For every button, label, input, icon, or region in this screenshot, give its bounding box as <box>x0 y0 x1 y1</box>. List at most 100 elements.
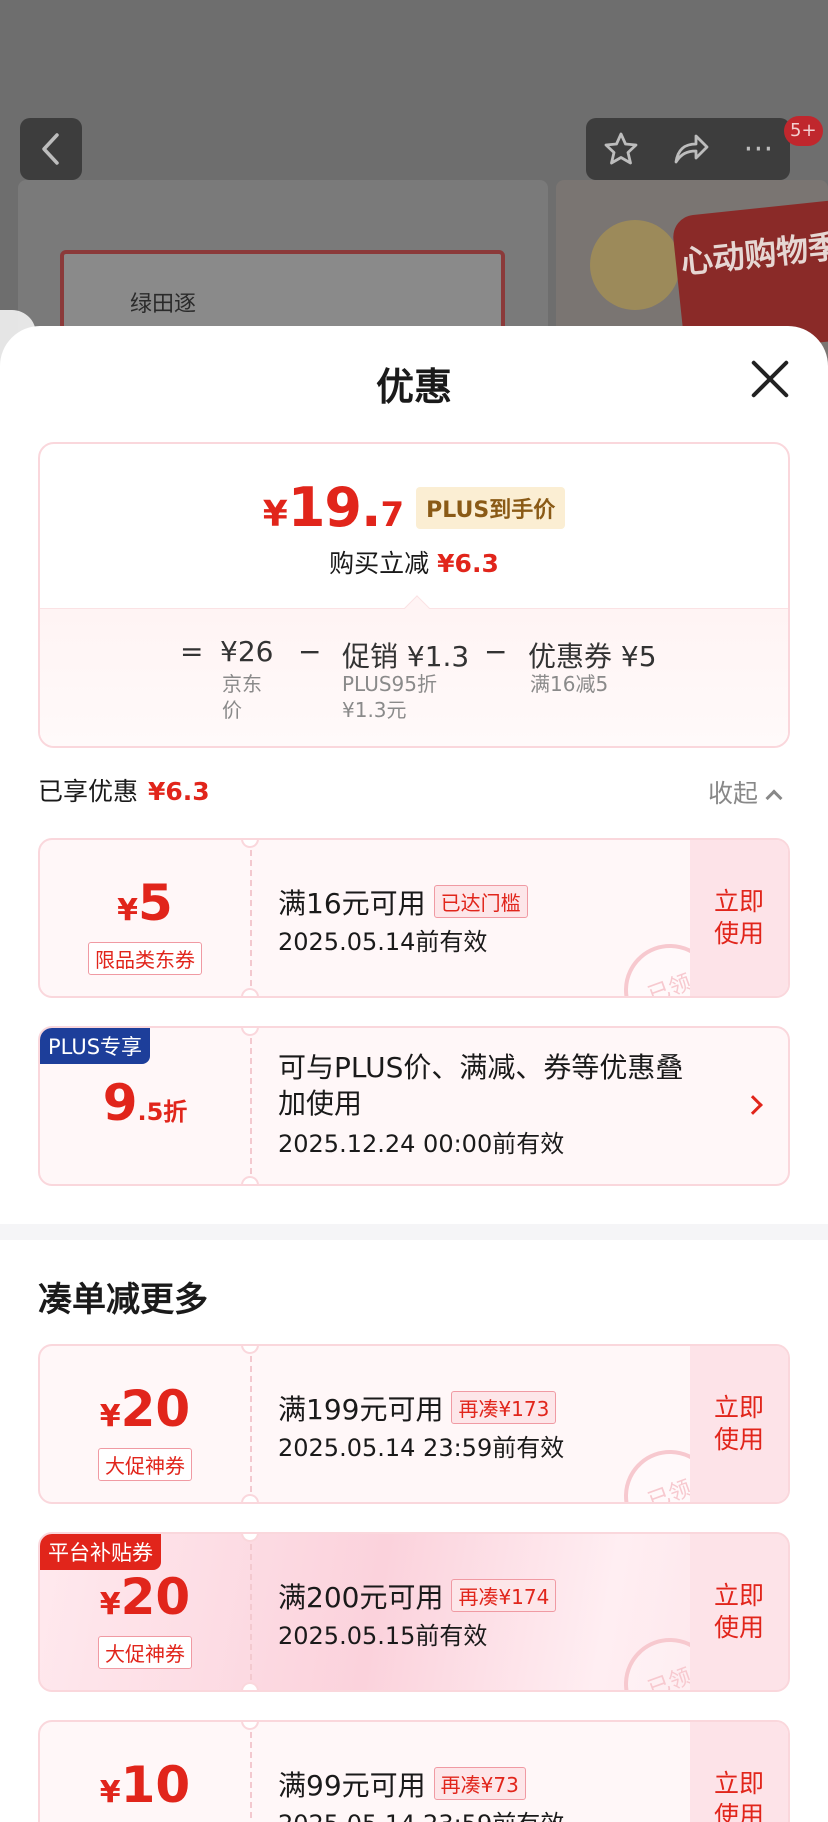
instant-cut: 购买立减 ¥6.3 <box>40 544 788 580</box>
coupon-validity: 2025.05.14 23:59前有效 <box>278 1434 565 1462</box>
price-integer: 19. <box>287 476 382 539</box>
coupon-card: ¥20 大促神券 满199元可用 再凑¥173 2025.05.14 23:59前… <box>38 1344 790 1504</box>
plus-exclusive-tag: PLUS专享 <box>40 1028 151 1064</box>
use-now-button[interactable]: 立即使用 <box>690 1534 788 1690</box>
coupon-condition: 满99元可用 再凑¥73 <box>278 1764 526 1804</box>
instant-cut-value: ¥6.3 <box>437 549 499 578</box>
star-icon[interactable] <box>603 131 639 167</box>
coupon-condition: 满200元可用 再凑¥174 <box>278 1576 557 1616</box>
coupon-condition-text: 满200元可用 <box>278 1581 444 1614</box>
coupon-divider <box>250 1028 252 1184</box>
coupon-amount: ¥10 <box>40 1756 250 1814</box>
coupon-condition-text: 满199元可用 <box>278 1393 444 1426</box>
enjoyed-value: ¥6.3 <box>148 777 210 806</box>
plus-discount-description: 可与PLUS价、满减、券等优惠叠加使用 <box>278 1051 684 1120</box>
coupon-amount: ¥5 <box>40 874 250 932</box>
use-now-label: 立即使用 <box>713 1393 764 1454</box>
top-action-bar: ⋯ <box>586 118 790 180</box>
price-currency: ¥ <box>262 494 288 535</box>
enjoyed-discounts: 已享优惠 ¥6.3 <box>38 772 210 808</box>
plus-discount-card[interactable]: PLUS专享 9.5折 可与PLUS价、满减、券等优惠叠加使用 2025.12.… <box>38 1026 790 1186</box>
use-now-label: 立即使用 <box>713 1581 764 1642</box>
share-icon[interactable] <box>672 132 710 166</box>
sheet-title: 优惠 <box>375 365 452 409</box>
more-discounts-title: 凑单减更多 <box>38 1280 208 1320</box>
price-summary-card: ¥ 19. 7 PLUS到手价 购买立减 ¥6.3 = ¥26 京东 价 − 促销… <box>38 442 790 748</box>
coupon-value-area: ¥20 大促神券 <box>40 1346 250 1502</box>
coupon-value-area: ¥10 <box>40 1722 250 1822</box>
coupon-type: 限品类东券 <box>40 942 250 975</box>
coupon-currency: ¥ <box>99 1587 121 1622</box>
coupon-status-tag: 已达门槛 <box>433 885 528 918</box>
coupon-value: 优惠券 ¥5 <box>528 640 657 673</box>
base-price-label-line2: 价 <box>222 698 242 722</box>
back-button[interactable] <box>20 118 82 180</box>
coupon-type-label: 大促神券 <box>98 1448 192 1481</box>
coupon-condition: 满199元可用 再凑¥173 <box>278 1388 557 1428</box>
coupon-sub: 满16减5 <box>530 672 609 696</box>
coupon-amount: ¥20 <box>40 1568 250 1626</box>
coupon-currency: ¥ <box>99 1399 121 1434</box>
discount-sheet: 优惠 ¥ 19. 7 PLUS到手价 购买立减 ¥6.3 = ¥26 京东 价 −… <box>0 326 828 1822</box>
coupon-currency: ¥ <box>117 893 139 928</box>
coupon-gap-tag: 再凑¥173 <box>451 1391 557 1424</box>
plus-discount-validity: 2025.12.24 00:00前有效 <box>278 1130 565 1158</box>
coupon-amount-number: 20 <box>120 1568 191 1626</box>
coupon-validity: 2025.05.14 23:59前有效 <box>278 1804 564 1822</box>
collapse-label: 收起 <box>708 779 759 808</box>
chevron-up-icon <box>765 789 783 807</box>
coupon-condition-text: 满99元可用 <box>278 1769 426 1802</box>
coupon-type: 大促神券 <box>40 1448 250 1481</box>
coupon-gap-tag: 再凑¥73 <box>433 1767 526 1800</box>
plus-discount-value: 9.5折 <box>40 1074 250 1132</box>
coupon-notch <box>241 988 259 996</box>
enjoyed-label: 已享优惠 <box>38 777 139 806</box>
section-divider <box>0 1224 828 1240</box>
use-now-label: 立即使用 <box>713 887 764 948</box>
coupon-amount: ¥20 <box>40 1380 250 1438</box>
coupon-validity: 2025.05.15前有效 <box>278 1622 488 1650</box>
coupon-condition-text: 满16元可用 <box>278 887 426 920</box>
coupon-validity: 2025.05.14前有效 <box>278 928 488 956</box>
base-price-value: ¥26 <box>220 635 274 668</box>
coupon-divider <box>250 1534 252 1690</box>
chevron-right-icon <box>743 1095 763 1115</box>
coupon-amount-number: 10 <box>120 1756 191 1814</box>
chevron-left-icon <box>42 133 59 165</box>
use-now-button[interactable]: 立即使用 <box>690 840 788 996</box>
coupon-type: 大促神券 <box>40 1636 250 1669</box>
use-now-label: 立即使用 <box>713 1769 764 1822</box>
coupon-condition: 满16元可用 已达门槛 <box>278 882 528 922</box>
final-price: ¥ 19. 7 PLUS到手价 <box>40 476 788 539</box>
plus-price-tag: PLUS到手价 <box>416 486 566 529</box>
coupon-notch <box>241 1176 259 1184</box>
instant-cut-label: 购买立减 <box>329 549 430 578</box>
coupon-gap-tag: 再凑¥174 <box>451 1579 557 1612</box>
price-decimal: 7 <box>380 495 405 535</box>
discount-suffix: .5折 <box>137 1098 188 1126</box>
coupon-card: ¥10 满99元可用再凑¥73 2025.05.14 23:59前有效 立即使用 <box>38 1720 790 1822</box>
coupon-type-label: 限品类东券 <box>88 942 202 975</box>
egg-graphic <box>590 220 680 310</box>
coupon-notch <box>241 1028 259 1036</box>
coupon-notch <box>241 1682 259 1690</box>
minus-sign: − <box>484 635 508 668</box>
coupon-amount-number: 20 <box>120 1380 191 1438</box>
coupon-divider <box>250 1722 252 1822</box>
minus-sign: − <box>298 635 322 668</box>
message-badge: 5+ <box>784 116 823 146</box>
coupon-value-area: ¥5 限品类东券 <box>40 840 250 996</box>
coupon-value-area: ¥20 大促神券 <box>40 1534 250 1690</box>
promo-sub-line2: ¥1.3元 <box>342 698 407 722</box>
use-now-button[interactable]: 立即使用 <box>690 1346 788 1502</box>
more-icon[interactable]: ⋯ <box>743 134 773 164</box>
close-icon[interactable] <box>748 356 792 400</box>
coupon-currency: ¥ <box>99 1775 121 1810</box>
promo-value: 促销 ¥1.3 <box>342 640 470 673</box>
use-now-button[interactable]: 立即使用 <box>690 1722 788 1822</box>
equals-sign: = <box>180 635 204 668</box>
discount-integer: 9 <box>102 1074 138 1132</box>
coupon-divider <box>250 1346 252 1502</box>
product-brand-text: 绿田逐 <box>130 292 197 317</box>
collapse-button[interactable]: 收起 <box>708 774 783 810</box>
